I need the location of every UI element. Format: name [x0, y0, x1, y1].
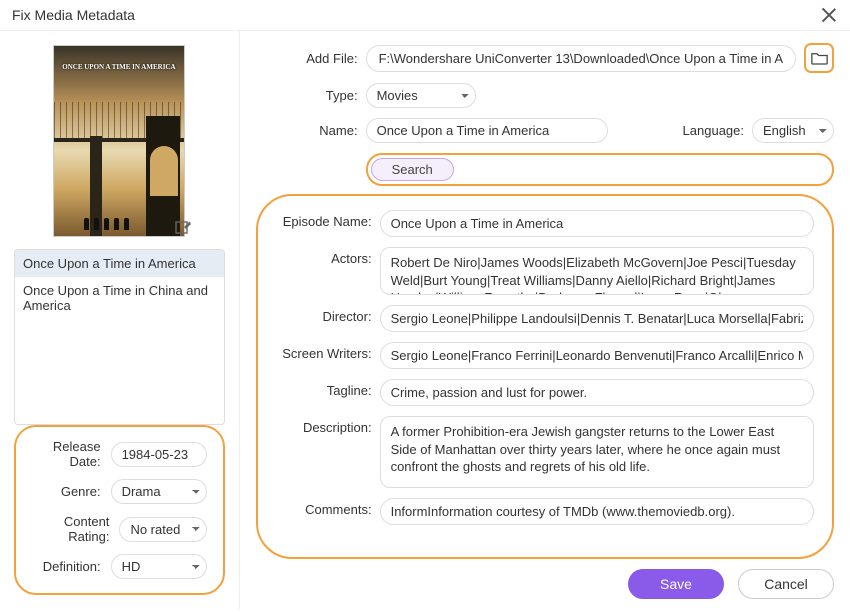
- search-results-list[interactable]: Once Upon a Time in America Once Upon a …: [14, 249, 225, 425]
- episode-name-input[interactable]: [380, 210, 814, 237]
- screen-writers-input[interactable]: [380, 342, 814, 369]
- add-file-path[interactable]: F:\Wondershare UniConverter 13\Downloade…: [366, 45, 796, 72]
- genre-select[interactable]: Drama: [111, 479, 207, 504]
- list-item[interactable]: Once Upon a Time in America: [15, 250, 224, 277]
- folder-icon: [811, 51, 828, 65]
- language-label: Language:: [642, 123, 744, 138]
- screen-writers-label: Screen Writers:: [276, 342, 372, 361]
- actors-textarea[interactable]: [380, 247, 814, 295]
- type-select[interactable]: Movies: [366, 83, 476, 108]
- edit-poster-icon[interactable]: [175, 221, 191, 237]
- browse-folder-button[interactable]: [804, 43, 834, 73]
- content-rating-label: Content Rating:: [32, 514, 109, 544]
- window-title: Fix Media Metadata: [12, 7, 135, 23]
- close-icon[interactable]: [820, 6, 838, 24]
- comments-input[interactable]: [380, 498, 814, 525]
- name-input[interactable]: [366, 118, 608, 143]
- actors-label: Actors:: [276, 247, 372, 266]
- director-label: Director:: [276, 305, 372, 324]
- release-date-input[interactable]: [111, 442, 207, 467]
- save-button[interactable]: Save: [628, 569, 724, 599]
- poster-title-art: ONCE UPON A TIME IN AMERICA: [62, 64, 175, 71]
- content-rating-select[interactable]: No rated: [119, 517, 206, 542]
- episode-name-label: Episode Name:: [276, 210, 372, 229]
- name-label: Name:: [256, 123, 358, 138]
- release-date-label: Release Date:: [32, 439, 101, 469]
- cancel-button[interactable]: Cancel: [738, 569, 834, 599]
- comments-label: Comments:: [276, 498, 372, 517]
- definition-label: Definition:: [43, 559, 101, 574]
- list-item[interactable]: Once Upon a Time in China and America: [15, 277, 224, 319]
- poster-thumbnail: ONCE UPON A TIME IN AMERICA: [53, 45, 185, 237]
- tagline-label: Tagline:: [276, 379, 372, 398]
- add-file-label: Add File:: [256, 51, 358, 66]
- tagline-input[interactable]: [380, 379, 814, 406]
- language-select[interactable]: English: [752, 118, 834, 143]
- definition-select[interactable]: HD: [111, 554, 207, 579]
- description-textarea[interactable]: [380, 416, 814, 488]
- genre-label: Genre:: [61, 484, 101, 499]
- description-label: Description:: [276, 416, 372, 435]
- director-input[interactable]: [380, 305, 814, 332]
- type-label: Type:: [256, 88, 358, 103]
- search-button[interactable]: Search: [371, 158, 454, 181]
